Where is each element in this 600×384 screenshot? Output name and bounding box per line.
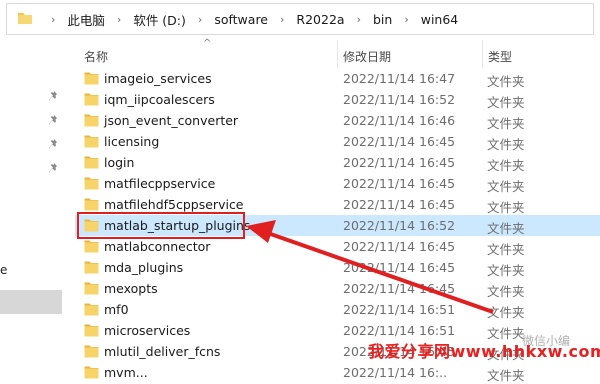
column-header-type[interactable]: 类型 — [488, 48, 512, 65]
watermark-site: 我爱分享网www.hhkxw.com — [368, 342, 600, 361]
file-type: 文件夹 — [487, 179, 525, 194]
file-type: 文件夹 — [487, 137, 525, 152]
folder-icon — [84, 176, 99, 193]
nav-item-selected[interactable] — [0, 290, 62, 314]
modified-date: 2022/11/14 16:52 — [343, 92, 456, 107]
file-name: matlabconnector — [104, 239, 211, 254]
folder-icon — [84, 71, 99, 88]
modified-date: 2022/11/14 16:47 — [343, 71, 456, 86]
file-name: licensing — [104, 134, 160, 149]
navigation-pane: e — [0, 36, 74, 373]
file-type: 文件夹 — [487, 242, 525, 257]
pin-icon[interactable] — [48, 138, 60, 150]
file-type: 文件夹 — [487, 200, 525, 215]
file-name: mda_plugins — [104, 260, 184, 275]
table-row[interactable]: licensing 2022/11/14 16:45 文件夹 — [75, 131, 600, 152]
file-name: matfilehdf5cppservice — [104, 197, 244, 212]
pin-icon[interactable] — [48, 162, 60, 174]
table-row[interactable]: imageio_services 2022/11/14 16:47 文件夹 — [75, 68, 600, 89]
chevron-right-icon: › — [280, 12, 285, 26]
column-header-date[interactable]: 修改日期 — [343, 48, 391, 65]
address-bar[interactable]: › 此电脑 › 软件 (D:) › software › R2022a › bi… — [6, 3, 594, 35]
table-row[interactable]: login 2022/11/14 16:45 文件夹 — [75, 152, 600, 173]
folder-icon — [84, 155, 99, 172]
chevron-right-icon: › — [197, 12, 203, 26]
modified-date: 2022/11/14 16:45 — [343, 239, 456, 254]
table-row[interactable]: json_event_converter 2022/11/14 16:46 文件夹 — [75, 110, 600, 131]
file-name: microservices — [104, 323, 191, 338]
folder-icon — [84, 323, 99, 340]
folder-icon — [17, 10, 33, 29]
column-divider[interactable] — [482, 40, 483, 68]
modified-date: 2022/11/14 16:51 — [343, 302, 456, 317]
column-divider[interactable] — [337, 40, 338, 68]
file-name: login — [104, 155, 135, 170]
file-name: imageio_services — [104, 71, 212, 86]
nav-item-label[interactable]: e — [0, 263, 7, 277]
breadcrumb-item[interactable]: bin — [373, 12, 392, 27]
file-type: 文件夹 — [487, 284, 525, 299]
modified-date: 2022/11/14 16:45 — [343, 134, 456, 149]
modified-date: 2022/11/14 16:45 — [343, 197, 456, 212]
file-type: 文件夹 — [487, 368, 525, 383]
modified-date: 2022/11/14 16:45 — [343, 260, 456, 275]
file-type: 文件夹 — [487, 116, 525, 131]
table-row[interactable]: iqm_iipcoalescers 2022/11/14 16:52 文件夹 — [75, 89, 600, 110]
modified-date: 2022/11/14 16:51 — [343, 323, 456, 338]
folder-icon — [84, 134, 99, 151]
breadcrumb-item[interactable]: software — [214, 12, 268, 27]
table-row[interactable]: mf0 2022/11/14 16:51 文件夹 — [75, 299, 600, 320]
chevron-right-icon: › — [356, 12, 361, 26]
pin-icon[interactable] — [48, 90, 60, 102]
column-header-name[interactable]: 名称 — [84, 48, 108, 65]
file-type: 文件夹 — [487, 305, 525, 320]
modified-date: 2022/11/14 16:45 — [343, 281, 456, 296]
breadcrumb: › 此电脑 › 软件 (D:) › software › R2022a › bi… — [39, 10, 458, 29]
folder-icon — [84, 344, 99, 361]
file-name: matfilecppservice — [104, 176, 216, 191]
chevron-right-icon: › — [51, 12, 56, 26]
breadcrumb-item[interactable]: 此电脑 — [67, 10, 105, 29]
breadcrumb-item[interactable]: R2022a — [296, 12, 344, 27]
file-name: json_event_converter — [104, 113, 239, 128]
file-name: mexopts — [104, 281, 158, 296]
folder-icon — [84, 239, 99, 256]
table-row[interactable]: mexopts 2022/11/14 16:45 文件夹 — [75, 278, 600, 299]
file-type: 文件夹 — [487, 221, 525, 236]
file-type: 文件夹 — [487, 263, 525, 278]
file-name: iqm_iipcoalescers — [104, 92, 215, 107]
file-type: 文件夹 — [487, 95, 525, 110]
file-name: mf0 — [104, 302, 129, 317]
sort-ascending-icon: ^ — [203, 38, 212, 49]
table-row[interactable]: matfilecppservice 2022/11/14 16:45 文件夹 — [75, 173, 600, 194]
chevron-right-icon: › — [404, 12, 409, 26]
modified-date: 2022/11/14 16:52 — [343, 218, 456, 233]
chevron-right-icon: › — [116, 12, 122, 26]
file-type: 文件夹 — [487, 74, 525, 89]
folder-icon — [84, 281, 99, 298]
breadcrumb-item[interactable]: win64 — [421, 12, 459, 27]
pin-icon[interactable] — [48, 114, 60, 126]
table-row[interactable]: matlabconnector 2022/11/14 16:45 文件夹 — [75, 236, 600, 257]
folder-icon — [84, 260, 99, 277]
modified-date: 2022/11/14 16:45 — [343, 176, 456, 191]
folder-icon — [84, 113, 99, 130]
table-row[interactable]: mda_plugins 2022/11/14 16:45 文件夹 — [75, 257, 600, 278]
annotation-highlight-box — [77, 212, 245, 239]
file-name: mlutil_deliver_fcns — [104, 344, 221, 359]
modified-date: 2022/11/14 16:46 — [343, 113, 456, 128]
folder-icon — [84, 365, 99, 382]
modified-date: 2022/11/14 16:45 — [343, 155, 456, 170]
breadcrumb-item[interactable]: 软件 (D:) — [133, 10, 186, 29]
folder-icon — [84, 302, 99, 319]
file-type: 文件夹 — [487, 158, 525, 173]
folder-icon — [84, 92, 99, 109]
